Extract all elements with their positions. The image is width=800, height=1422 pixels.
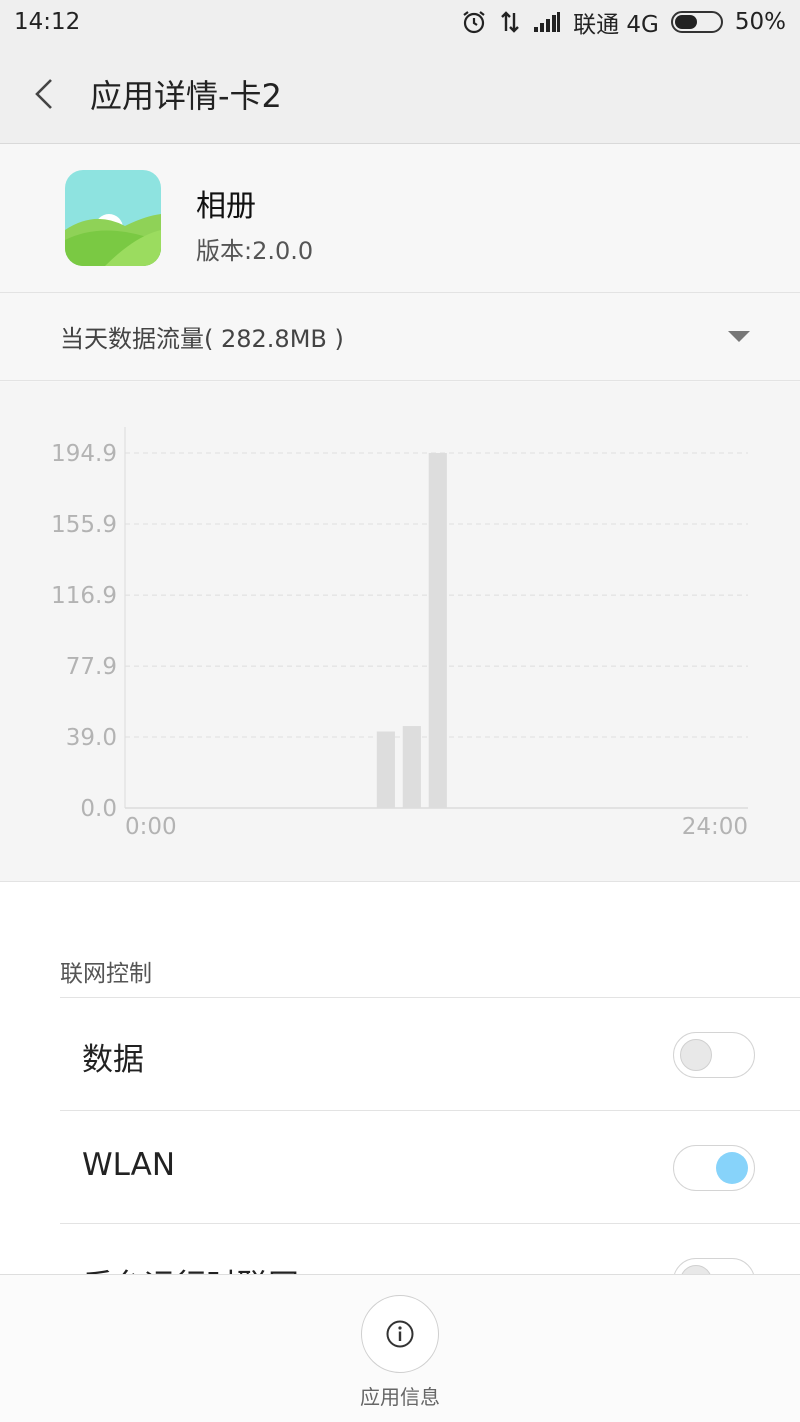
toggle-label: 数据 [82, 1042, 144, 1078]
signal-icon [533, 11, 561, 33]
toggle-label: WLAN [82, 1147, 176, 1183]
usage-bar [376, 731, 395, 808]
battery-icon [670, 11, 723, 33]
status-icons: 联通 4G 50% [461, 5, 786, 39]
background-network-toggle[interactable] [673, 1258, 755, 1274]
alarm-icon [461, 9, 487, 35]
y-tick-label: 77.9 [66, 654, 117, 680]
title-bar: 应用详情-卡2 [0, 44, 800, 144]
chevron-left-icon [35, 78, 52, 109]
usage-chart-svg: 194.9 155.9 116.9 77.9 39.0 0.0 0:00 24:00 [51, 427, 748, 840]
app-info-card: 相册 版本:2.0.0 [0, 145, 800, 293]
triangle-down-icon [728, 331, 750, 342]
status-time: 14:12 [14, 9, 81, 35]
toggle-knob [680, 1039, 712, 1071]
back-button[interactable] [0, 44, 88, 144]
battery-percent: 50% [734, 9, 786, 35]
app-info-button[interactable] [361, 1295, 439, 1373]
status-bar: 14:12 联通 4G 50% [0, 0, 800, 44]
data-usage-label: 当天数据流量( 282.8MB ) [60, 325, 344, 353]
gallery-app-icon [65, 170, 161, 266]
battery-level-fill [674, 15, 697, 29]
y-tick-label: 194.9 [51, 441, 117, 467]
y-tick-label: 116.9 [51, 583, 117, 609]
toggle-knob [716, 1152, 748, 1184]
usage-bar [402, 726, 421, 808]
carrier-label: 联通 4G [573, 12, 659, 38]
y-tick-label: 39.0 [66, 725, 117, 751]
data-toggle[interactable] [673, 1032, 755, 1078]
toggle-knob [680, 1265, 712, 1274]
x-tick-label: 24:00 [682, 814, 748, 840]
data-usage-selector[interactable]: 当天数据流量( 282.8MB ) [0, 293, 800, 381]
page-title: 应用详情-卡2 [90, 76, 282, 115]
section-title: 联网控制 [60, 961, 152, 987]
app-info-label: 应用信息 [360, 1385, 440, 1409]
toggle-row-data: 数据 [60, 998, 800, 1111]
usage-bar [428, 453, 447, 808]
y-tick-label: 155.9 [51, 512, 117, 538]
app-name: 相册 [196, 189, 256, 224]
wlan-toggle[interactable] [673, 1145, 755, 1191]
y-tick-label: 0.0 [80, 796, 117, 822]
toggle-row-wlan: WLAN [60, 1111, 800, 1224]
data-arrows-icon [499, 9, 521, 35]
app-version: 版本:2.0.0 [196, 237, 314, 265]
network-control-section: 联网控制 数据 WLAN 后台运行时联网 [0, 882, 800, 1274]
bottom-action-bar: 应用信息 [0, 1274, 800, 1422]
toggle-row-background: 后台运行时联网 [60, 1224, 800, 1274]
info-circle-icon [386, 1320, 414, 1348]
usage-chart: 194.9 155.9 116.9 77.9 39.0 0.0 0:00 24:00 [0, 382, 800, 882]
x-tick-label: 0:00 [125, 814, 177, 840]
toggle-label: 后台运行时联网 [82, 1260, 299, 1274]
